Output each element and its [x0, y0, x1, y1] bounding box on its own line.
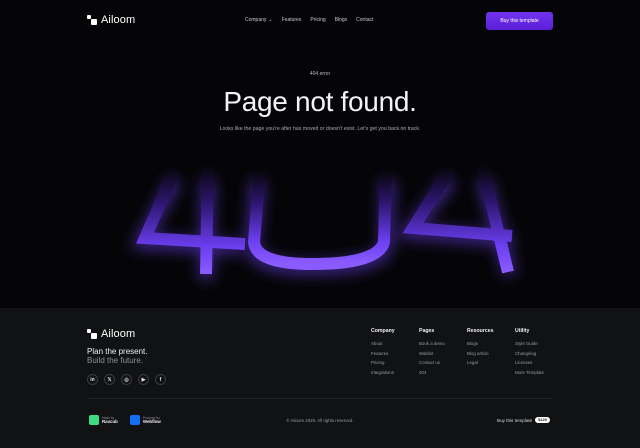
footer-link[interactable]: 404 [419, 370, 467, 380]
footer-column-resources: Resources Blogs Blog article Legal [467, 328, 515, 379]
logo-icon [87, 329, 97, 339]
nav-item-pricing[interactable]: Pricing [310, 17, 325, 23]
footer-link[interactable]: Style Guide [515, 341, 563, 351]
nav-item-features[interactable]: Features [282, 17, 302, 23]
footer-column-company: Company About Features Pricing Integrati… [371, 328, 419, 379]
site-footer: Ailoom Plan the present. Build the futur… [0, 308, 640, 448]
instagram-icon[interactable]: ◎ [121, 374, 132, 385]
page-title: Page not found. [223, 86, 417, 117]
footer-link[interactable]: Waitlist [419, 351, 467, 361]
column-title: Company [371, 328, 395, 334]
buy-template-button[interactable]: Buy this template [486, 12, 553, 30]
brand-name: Ailoom [101, 14, 136, 26]
footer-link[interactable]: Legal [467, 360, 515, 370]
tagline-line2: Build the future. [87, 355, 144, 365]
footer-link[interactable]: Blog article [467, 351, 515, 361]
column-title: Resources [467, 328, 494, 334]
footer-link[interactable]: Integrations [371, 370, 419, 380]
column-title: Utility [515, 328, 530, 334]
social-links: in 𝕏 ◎ ▶ f [87, 374, 166, 385]
chevron-down-icon: ⌄ [268, 17, 273, 23]
footer-link[interactable]: Blogs [467, 341, 515, 351]
footer-link[interactable]: Book a demo [419, 341, 467, 351]
footer-link[interactable]: Contact us [419, 360, 467, 370]
linkedin-icon[interactable]: in [87, 374, 98, 385]
footer-link[interactable]: Changelog [515, 351, 563, 361]
footer-link[interactable]: More Template [515, 370, 563, 380]
footer-link-columns: Company About Features Pricing Integrati… [371, 328, 563, 379]
error-eyebrow: 404 error [309, 71, 331, 77]
logo-icon [87, 15, 97, 25]
nav-item-contact[interactable]: Contact [356, 17, 373, 23]
footer-link[interactable]: Features [371, 351, 419, 361]
footer-tagline: Plan the present. Build the future. [87, 347, 147, 365]
nav-item-company-label: Company [245, 17, 267, 23]
footer-buy-template-link[interactable]: Buy this template $129 [497, 417, 550, 423]
column-title: Pages [419, 328, 435, 334]
youtube-icon[interactable]: ▶ [138, 374, 149, 385]
facebook-icon[interactable]: f [155, 374, 166, 385]
footer-link[interactable]: Pricing [371, 360, 419, 370]
top-nav: Ailoom Company ⌄ Features Pricing Blogs C… [0, 0, 640, 40]
footer-link[interactable]: Licenses [515, 360, 563, 370]
brand-logo[interactable]: Ailoom [87, 14, 135, 26]
digit-zero [247, 169, 392, 271]
x-icon[interactable]: 𝕏 [104, 374, 115, 385]
footer-column-utility: Utility Style Guide Changelog Licenses M… [515, 328, 563, 379]
price-badge: $129 [535, 417, 550, 423]
footer-divider [87, 398, 553, 399]
nav-item-blogs[interactable]: Blogs [335, 17, 348, 23]
page-subtitle: Looks like the page you're after has mov… [219, 126, 421, 132]
footer-link[interactable]: About [371, 341, 419, 351]
buy-link-label: Buy this template [497, 417, 533, 423]
big-404-graphic [130, 163, 517, 281]
footer-brand-name: Ailoom [101, 328, 136, 340]
main-menu: Company ⌄ Features Pricing Blogs Contact [245, 17, 373, 23]
nav-item-company[interactable]: Company ⌄ [245, 17, 273, 23]
footer-column-pages: Pages Book a demo Waitlist Contact us 40… [419, 328, 467, 379]
footer-brand-logo[interactable]: Ailoom [87, 328, 135, 340]
